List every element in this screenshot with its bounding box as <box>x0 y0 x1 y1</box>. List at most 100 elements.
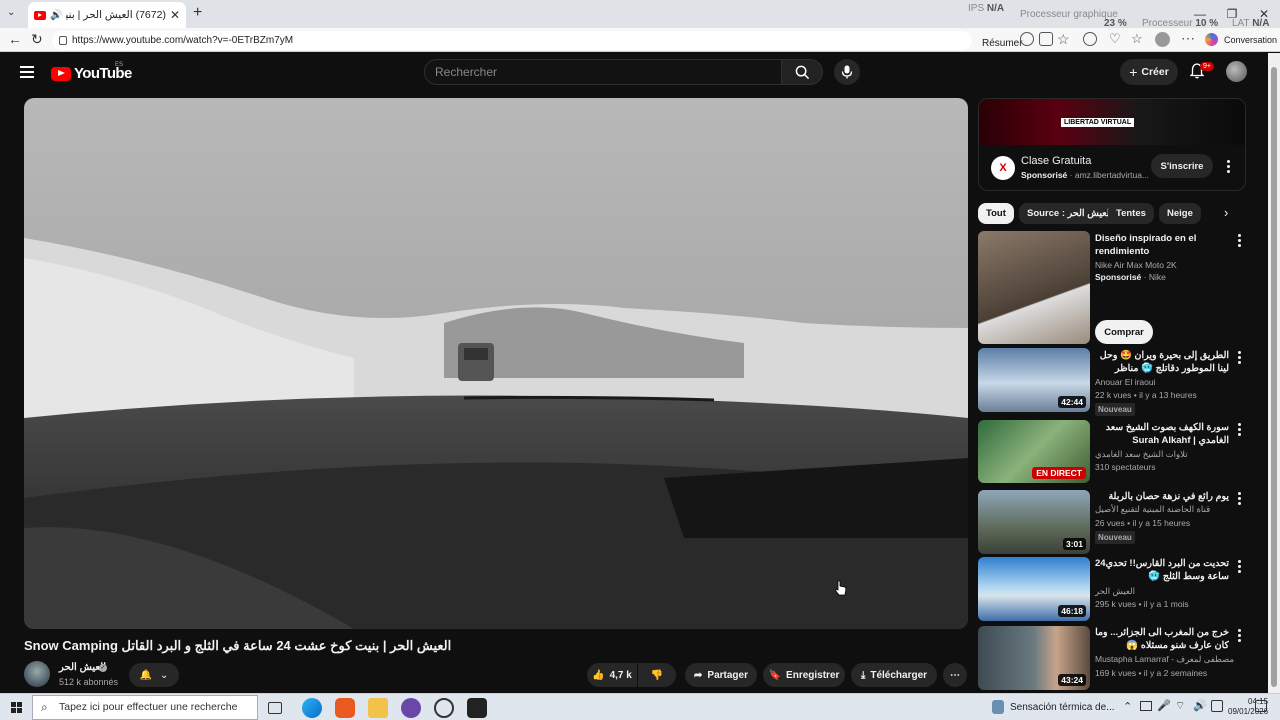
chip-tents[interactable]: Tentes <box>1108 203 1154 224</box>
browser-essentials-icon[interactable]: ♡ <box>1109 31 1121 47</box>
browser-tab-active[interactable]: 🔊 (7672) العيش الحر | بنيت كوخ ✕ <box>28 2 186 28</box>
tray-overflow-icon[interactable]: ⌃ <box>1123 700 1132 713</box>
country-code: ES <box>115 62 124 68</box>
chips-next-chevron-icon[interactable]: › <box>1224 205 1228 220</box>
account-avatar[interactable] <box>1226 61 1247 82</box>
display-icon[interactable] <box>1211 700 1223 712</box>
create-button[interactable]: + Créer <box>1120 59 1178 85</box>
chip-all[interactable]: Tout <box>978 203 1014 224</box>
favorites-bar-icon[interactable]: ☆ <box>1131 31 1143 47</box>
search-input[interactable]: Rechercher <box>424 59 782 85</box>
shop-button[interactable]: Comprar <box>1095 320 1153 344</box>
rec-stats: 310 spectateurs <box>1095 462 1156 472</box>
scrollbar-thumb[interactable] <box>1271 67 1277 687</box>
youtube-logo[interactable]: YouTube ES <box>51 62 132 82</box>
rec-thumbnail[interactable]: 42:44 <box>978 348 1090 412</box>
tab-list-chevron-icon[interactable]: ⌄ <box>7 7 15 18</box>
rec-title[interactable]: خرج من المغرب الى الجزائر... وما كان عار… <box>1095 626 1229 652</box>
rec-channel[interactable]: العيش الحر <box>1095 586 1135 597</box>
share-button[interactable]: ➦ Partager <box>685 663 757 687</box>
rec-more-icon[interactable] <box>1238 492 1242 507</box>
rec-channel[interactable]: Anouar El iraoui <box>1095 377 1155 387</box>
ad-domain: amz.libertadvirtua... <box>1074 170 1150 180</box>
site-info-icon[interactable] <box>59 36 67 45</box>
copilot-icon[interactable] <box>1205 33 1218 46</box>
search-icon: ⌕ <box>41 700 48 714</box>
favorite-star-icon[interactable]: ☆ <box>1057 31 1070 48</box>
rec-thumbnail[interactable]: 43:24 <box>978 626 1090 690</box>
app-available-icon[interactable] <box>1039 32 1053 46</box>
rec-channel[interactable]: قناة الحاضنة المبنية لتقنيع الأصيل <box>1095 504 1210 515</box>
edge-browser-icon[interactable] <box>302 698 322 718</box>
notification-center-icon[interactable] <box>1255 700 1267 712</box>
weather-text[interactable]: Sensación térmica de... <box>1010 702 1115 713</box>
rec-title[interactable]: يوم رائع في نزهة حصان بالربلة <box>1095 490 1229 503</box>
rec-title[interactable]: الطريق إلى بحيرة ويران 🤩 وحل لينا الموطو… <box>1095 349 1229 376</box>
close-window-icon[interactable]: ✕ <box>1248 0 1280 28</box>
voice-search-button[interactable] <box>834 59 860 85</box>
close-tab-icon[interactable]: ✕ <box>170 8 180 22</box>
subscribed-notifications-button[interactable]: 🔔 ⌄ <box>129 663 179 687</box>
url-field[interactable]: https://www.youtube.com/watch?v=-0ETrBZm… <box>52 31 1023 50</box>
youtube-play-icon <box>51 66 71 81</box>
weather-icon[interactable] <box>992 700 1004 714</box>
app-icon[interactable] <box>401 698 421 718</box>
network-icon[interactable] <box>1140 701 1152 711</box>
rec-channel[interactable]: Mustapha Lamarraf - مصطفى لمعرف <box>1095 654 1234 665</box>
sponsored-ad-card[interactable]: LIBERTAD VIRTUAL X Clase Gratuita Sponso… <box>978 98 1246 191</box>
restore-icon[interactable]: ❐ <box>1216 0 1248 28</box>
rec-more-icon[interactable] <box>1238 560 1242 575</box>
more-menu-icon[interactable]: ⋯ <box>1181 30 1195 47</box>
ad-title[interactable]: Clase Gratuita <box>1021 155 1091 167</box>
extensions-icon[interactable] <box>1083 32 1097 46</box>
wifi-icon[interactable]: ⌔ <box>1175 699 1185 713</box>
task-view-icon[interactable] <box>268 702 282 714</box>
rec-more-icon[interactable] <box>1238 351 1242 366</box>
app-icon[interactable] <box>434 698 454 718</box>
rec-title[interactable]: سورة الكهف بصوت الشيخ سعد الغامدي | Sura… <box>1095 421 1229 447</box>
chip-source[interactable]: Source : العيش الحر <box>1019 203 1121 224</box>
rec-channel[interactable]: تلاوات الشيخ سعد الغامدي <box>1095 449 1188 460</box>
ad-logo-icon: X <box>991 156 1015 180</box>
brave-browser-icon[interactable] <box>335 698 355 718</box>
minimize-icon[interactable]: — <box>1184 0 1216 28</box>
new-tab-button[interactable]: + <box>193 4 202 22</box>
taskbar-search-input[interactable]: ⌕ Tapez ici pour effectuer une recherche <box>32 695 258 720</box>
volume-icon[interactable]: 🔊 <box>1193 699 1207 712</box>
rec-thumbnail[interactable]: 3:01 <box>978 490 1090 554</box>
download-button[interactable]: ⤓ Télécharger <box>851 663 937 687</box>
guide-menu-icon[interactable] <box>20 66 34 81</box>
like-button[interactable]: 👍 4,7 k <box>587 663 637 687</box>
start-menu-icon[interactable] <box>11 702 22 713</box>
rec-title[interactable]: Diseño inspirado en el rendimiento <box>1095 232 1229 258</box>
rec-thumbnail[interactable]: EN DIRECT <box>978 420 1090 483</box>
back-arrow-icon[interactable]: ← <box>8 31 22 47</box>
rec-more-icon[interactable] <box>1238 629 1242 644</box>
ad-more-icon[interactable] <box>1227 160 1231 175</box>
page-scrollbar[interactable] <box>1268 53 1280 693</box>
speaker-icon[interactable]: 🔊 <box>50 10 62 21</box>
video-player[interactable] <box>24 98 968 629</box>
ad-subscribe-button[interactable]: S'inscrire <box>1151 154 1213 178</box>
search-icon <box>795 65 809 79</box>
chip-snow[interactable]: Neige <box>1159 203 1201 224</box>
rec-more-icon[interactable] <box>1238 234 1242 249</box>
rec-thumbnail[interactable]: 46:18 <box>978 557 1090 621</box>
read-aloud-icon[interactable] <box>1020 32 1034 46</box>
profile-avatar-icon[interactable] <box>1155 32 1170 47</box>
reload-icon[interactable]: ↻ <box>31 31 43 48</box>
search-button[interactable] <box>781 59 823 85</box>
channel-avatar[interactable] <box>24 661 50 687</box>
rec-title[interactable]: تحديت من البرد القارس!! تحدي24 ساعة وسط … <box>1095 557 1229 583</box>
app-icon[interactable] <box>467 698 487 718</box>
conversation-button[interactable]: Conversation <box>1224 35 1277 45</box>
taskbar-search-placeholder: Tapez ici pour effectuer une recherche <box>59 701 238 713</box>
rec-more-icon[interactable] <box>1238 423 1242 438</box>
microphone-tray-icon[interactable]: 🎤 <box>1157 699 1171 712</box>
save-button[interactable]: 🔖 Enregistrer <box>763 663 845 687</box>
more-actions-button[interactable]: ⋯ <box>943 663 967 687</box>
dislike-button[interactable]: 👎 <box>638 663 676 687</box>
rec-thumbnail-nike[interactable] <box>978 231 1090 344</box>
file-explorer-icon[interactable] <box>368 698 388 718</box>
resume-label[interactable]: Résumer <box>982 34 1023 53</box>
